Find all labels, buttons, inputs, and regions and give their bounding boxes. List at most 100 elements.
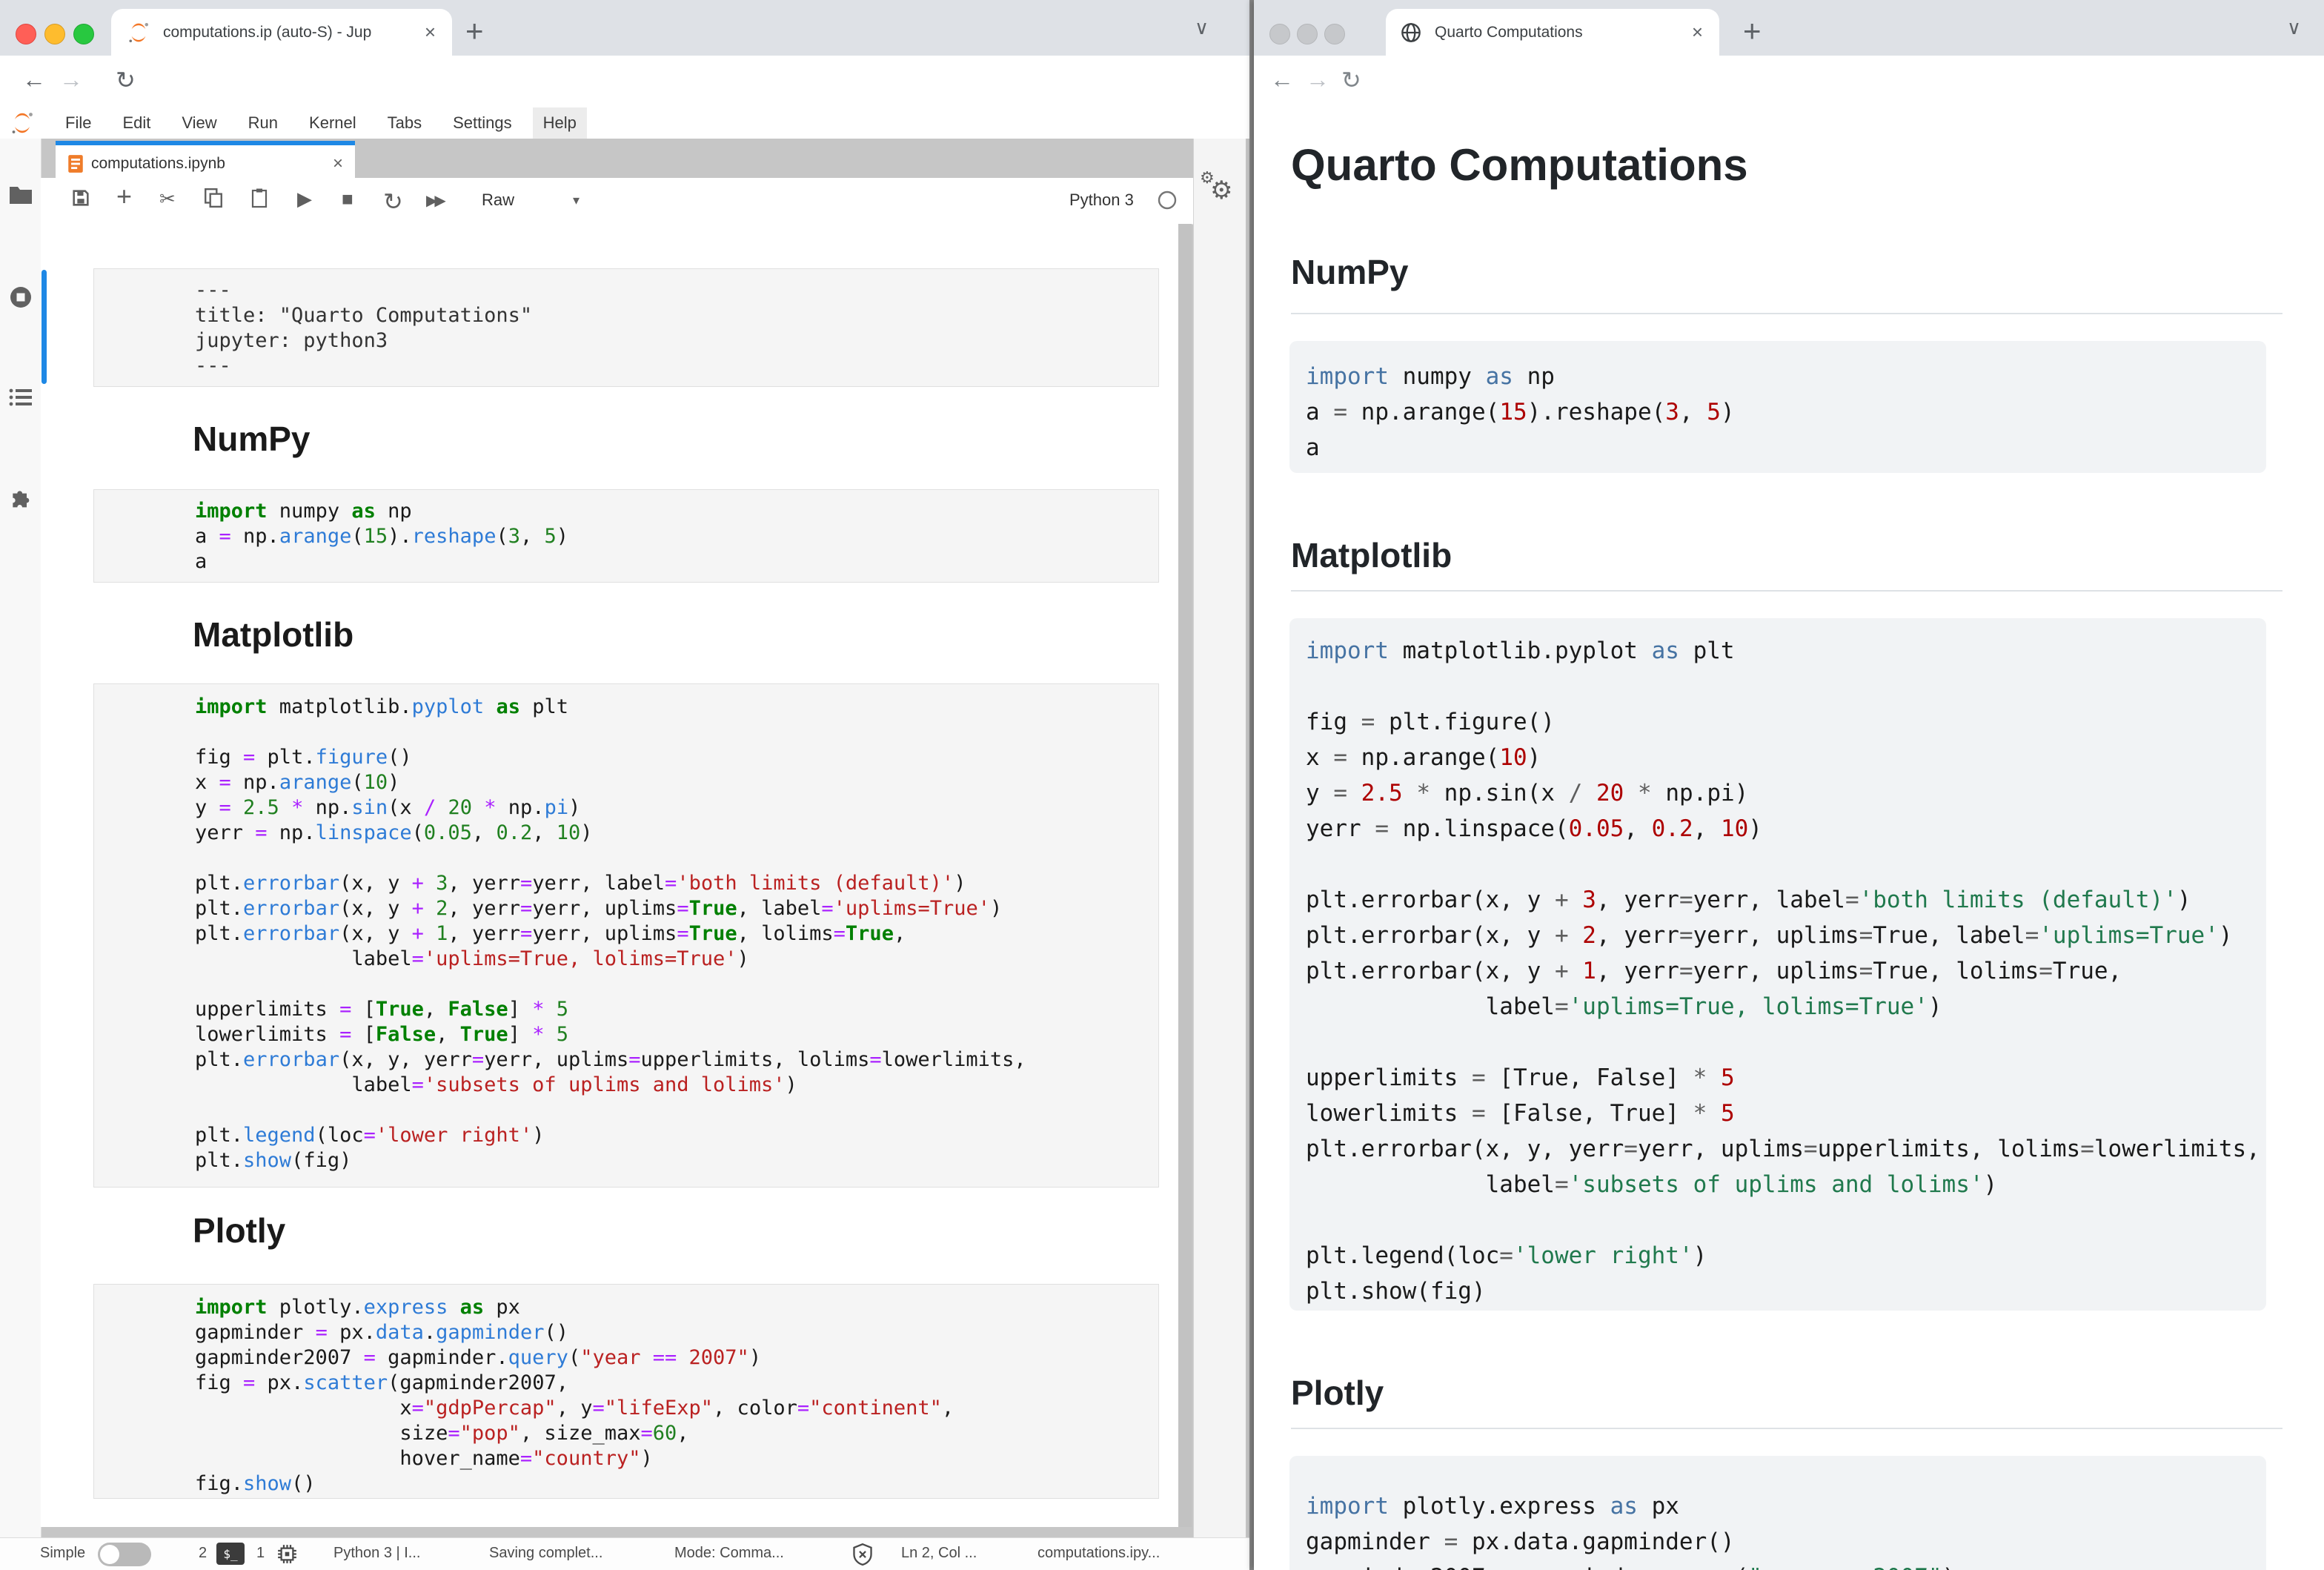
section-heading-numpy: NumPy <box>1291 252 2282 314</box>
raw-cell-code[interactable]: ---title: "Quarto Computations"jupyter: … <box>195 278 532 379</box>
notebook-doc-tab[interactable]: computations.ipynb × <box>56 141 355 182</box>
simple-mode-label: Simple <box>40 1545 85 1562</box>
code-cell-matplotlib[interactable]: import matplotlib.pyplot as plt fig = pl… <box>93 683 1159 1188</box>
status-bar: Simple 2 $_ 1 Python 3 | I... Saving com… <box>0 1537 1249 1570</box>
right-sidebar: ⚙ ⚙ <box>1193 139 1246 1538</box>
plotly-code[interactable]: import plotly.express as pxgapminder = p… <box>195 1295 954 1497</box>
browser-tab-strip: Quarto Computations × + ∨ <box>1254 0 2324 56</box>
section-heading-matplotlib: Matplotlib <box>1291 535 2282 592</box>
add-cell-button[interactable]: + <box>116 181 132 212</box>
minimize-window-button[interactable] <box>1297 24 1318 44</box>
run-cell-button[interactable]: ▶ <box>297 188 312 211</box>
quarto-preview-browser-window: Quarto Computations × + ∨ ← → ↻ localhos… <box>1254 0 2324 1570</box>
tab-close-icon[interactable]: × <box>1692 21 1703 44</box>
restart-run-all-button[interactable]: ▶▶ <box>426 191 443 210</box>
menu-kernel[interactable]: Kernel <box>309 113 356 133</box>
running-kernels-icon[interactable] <box>9 285 33 309</box>
notebook-scrollbar[interactable] <box>1178 224 1192 1527</box>
browser-tab-strip: computations.ip (auto-S) - Jup × + ∨ <box>0 0 1249 56</box>
minimize-window-button[interactable] <box>44 24 65 44</box>
saving-status-text: Saving complet... <box>489 1545 602 1562</box>
jupyterlab-menu-bar: File Edit View Run Kernel Tabs Settings … <box>0 107 1249 139</box>
selected-cell-indicator <box>42 270 47 384</box>
kernel-count[interactable]: 1 <box>256 1545 265 1562</box>
menu-run[interactable]: Run <box>248 113 278 133</box>
simple-mode-toggle[interactable] <box>98 1543 151 1566</box>
jupyterlab-logo <box>10 111 34 135</box>
menu-tabs[interactable]: Tabs <box>388 113 422 133</box>
raw-cell[interactable]: ---title: "Quarto Computations"jupyter: … <box>93 268 1159 387</box>
doc-tab-title: computations.ipynb <box>91 155 225 173</box>
cell-type-chevron-icon[interactable]: ▾ <box>573 193 580 208</box>
close-window-button[interactable] <box>1269 24 1290 44</box>
section-heading-plotly: Plotly <box>193 1211 285 1250</box>
reload-button[interactable]: ↻ <box>1341 66 1361 94</box>
browser-tab[interactable]: computations.ip (auto-S) - Jup × <box>111 9 452 56</box>
trust-shield-icon[interactable] <box>852 1543 873 1566</box>
browser-tab-title: computations.ip (auto-S) - Jup <box>163 24 371 42</box>
kernel-status-text[interactable]: Python 3 | I... <box>333 1545 420 1562</box>
cut-cell-button[interactable]: ✂ <box>159 188 176 211</box>
numpy-code-block[interactable]: import numpy as npa = np.arange(15).resh… <box>1289 341 2266 473</box>
file-browser-icon[interactable] <box>9 185 33 205</box>
menu-view[interactable]: View <box>182 113 216 133</box>
extension-manager-icon[interactable] <box>9 486 33 509</box>
kernel-status-icon[interactable] <box>1157 190 1178 211</box>
terminal-icon[interactable]: $_ <box>216 1543 245 1565</box>
menu-help[interactable]: Help <box>533 107 587 139</box>
tab-close-icon[interactable]: × <box>425 21 436 44</box>
new-tab-button[interactable]: + <box>465 13 484 49</box>
cell-type-dropdown[interactable]: Raw <box>482 191 514 210</box>
menu-file[interactable]: File <box>65 113 91 133</box>
new-tab-button[interactable]: + <box>1743 13 1762 49</box>
section-heading-plotly: Plotly <box>1291 1373 2282 1429</box>
section-heading-matplotlib: Matplotlib <box>193 615 353 654</box>
code-cell-numpy[interactable]: import numpy as npa = np.arange(15).resh… <box>93 489 1159 583</box>
reload-button[interactable]: ↻ <box>116 66 136 94</box>
jupyterlab-browser-window: computations.ip (auto-S) - Jup × + ∨ ← →… <box>0 0 1249 1570</box>
table-of-contents-icon[interactable] <box>9 388 33 407</box>
zoom-window-button[interactable] <box>73 24 94 44</box>
kernel-chip-icon[interactable] <box>277 1544 297 1564</box>
matplotlib-code-block[interactable]: import matplotlib.pyplot as plt fig = pl… <box>1289 618 2266 1311</box>
notebook-file-icon <box>67 154 84 173</box>
stop-kernel-button[interactable]: ■ <box>342 188 353 211</box>
browser-toolbar: ← → ↻ localhost:8889/lab/workspaces/auto… <box>0 56 1249 108</box>
jupyterlab-workspace: computations.ipynb × + ✂ ▶ ■ ↻ ▶▶ Raw ▾ … <box>0 139 1249 1538</box>
editor-mode-text[interactable]: Mode: Comma... <box>674 1545 784 1562</box>
matplotlib-code[interactable]: import matplotlib.pyplot as plt fig = pl… <box>195 695 1026 1173</box>
browser-tab-title: Quarto Computations <box>1435 24 1583 42</box>
kernel-name[interactable]: Python 3 <box>1069 191 1134 210</box>
page-title: Quarto Computations <box>1291 138 1748 193</box>
save-button[interactable] <box>70 188 91 208</box>
doc-tab-close-icon[interactable]: × <box>333 153 343 174</box>
section-heading-numpy: NumPy <box>193 420 310 458</box>
menu-settings[interactable]: Settings <box>453 113 512 133</box>
forward-button[interactable]: → <box>59 66 83 93</box>
jupyter-favicon <box>127 21 150 44</box>
menu-edit[interactable]: Edit <box>122 113 150 133</box>
paste-cell-button[interactable] <box>250 188 269 208</box>
active-file-name: computations.ipy... <box>1038 1545 1160 1562</box>
tab-search-chevron-icon[interactable]: ∨ <box>1195 16 1209 39</box>
back-button[interactable]: ← <box>1270 66 1294 93</box>
browser-toolbar: ← → ↻ localhost:7896 ☆ Z JJ ⋮ <box>1254 56 2324 108</box>
back-button[interactable]: ← <box>22 66 46 93</box>
close-window-button[interactable] <box>16 24 36 44</box>
notebook-content: ---title: "Quarto Computations"jupyter: … <box>41 224 1178 1527</box>
browser-tab[interactable]: Quarto Computations × <box>1386 9 1719 56</box>
notebook-toolbar: + ✂ ▶ ■ ↻ ▶▶ Raw ▾ Python 3 <box>41 178 1193 225</box>
code-cell-plotly[interactable]: import plotly.express as pxgapminder = p… <box>93 1284 1159 1499</box>
cursor-position-text[interactable]: Ln 2, Col ... <box>901 1545 977 1562</box>
terminal-count[interactable]: 2 <box>199 1545 207 1562</box>
globe-favicon <box>1401 22 1421 43</box>
plotly-code-block[interactable]: import plotly.express as pxgapminder = p… <box>1289 1456 2266 1570</box>
forward-button[interactable]: → <box>1306 66 1329 93</box>
numpy-code[interactable]: import numpy as npa = np.arange(15).resh… <box>195 499 568 574</box>
restart-kernel-button[interactable]: ↻ <box>383 188 403 216</box>
activity-bar <box>0 139 42 1538</box>
tab-search-chevron-icon[interactable]: ∨ <box>2287 16 2301 39</box>
quarto-page: Quarto Computations NumPy import numpy a… <box>1254 107 2324 1570</box>
copy-cell-button[interactable] <box>204 188 223 208</box>
zoom-window-button[interactable] <box>1324 24 1345 44</box>
